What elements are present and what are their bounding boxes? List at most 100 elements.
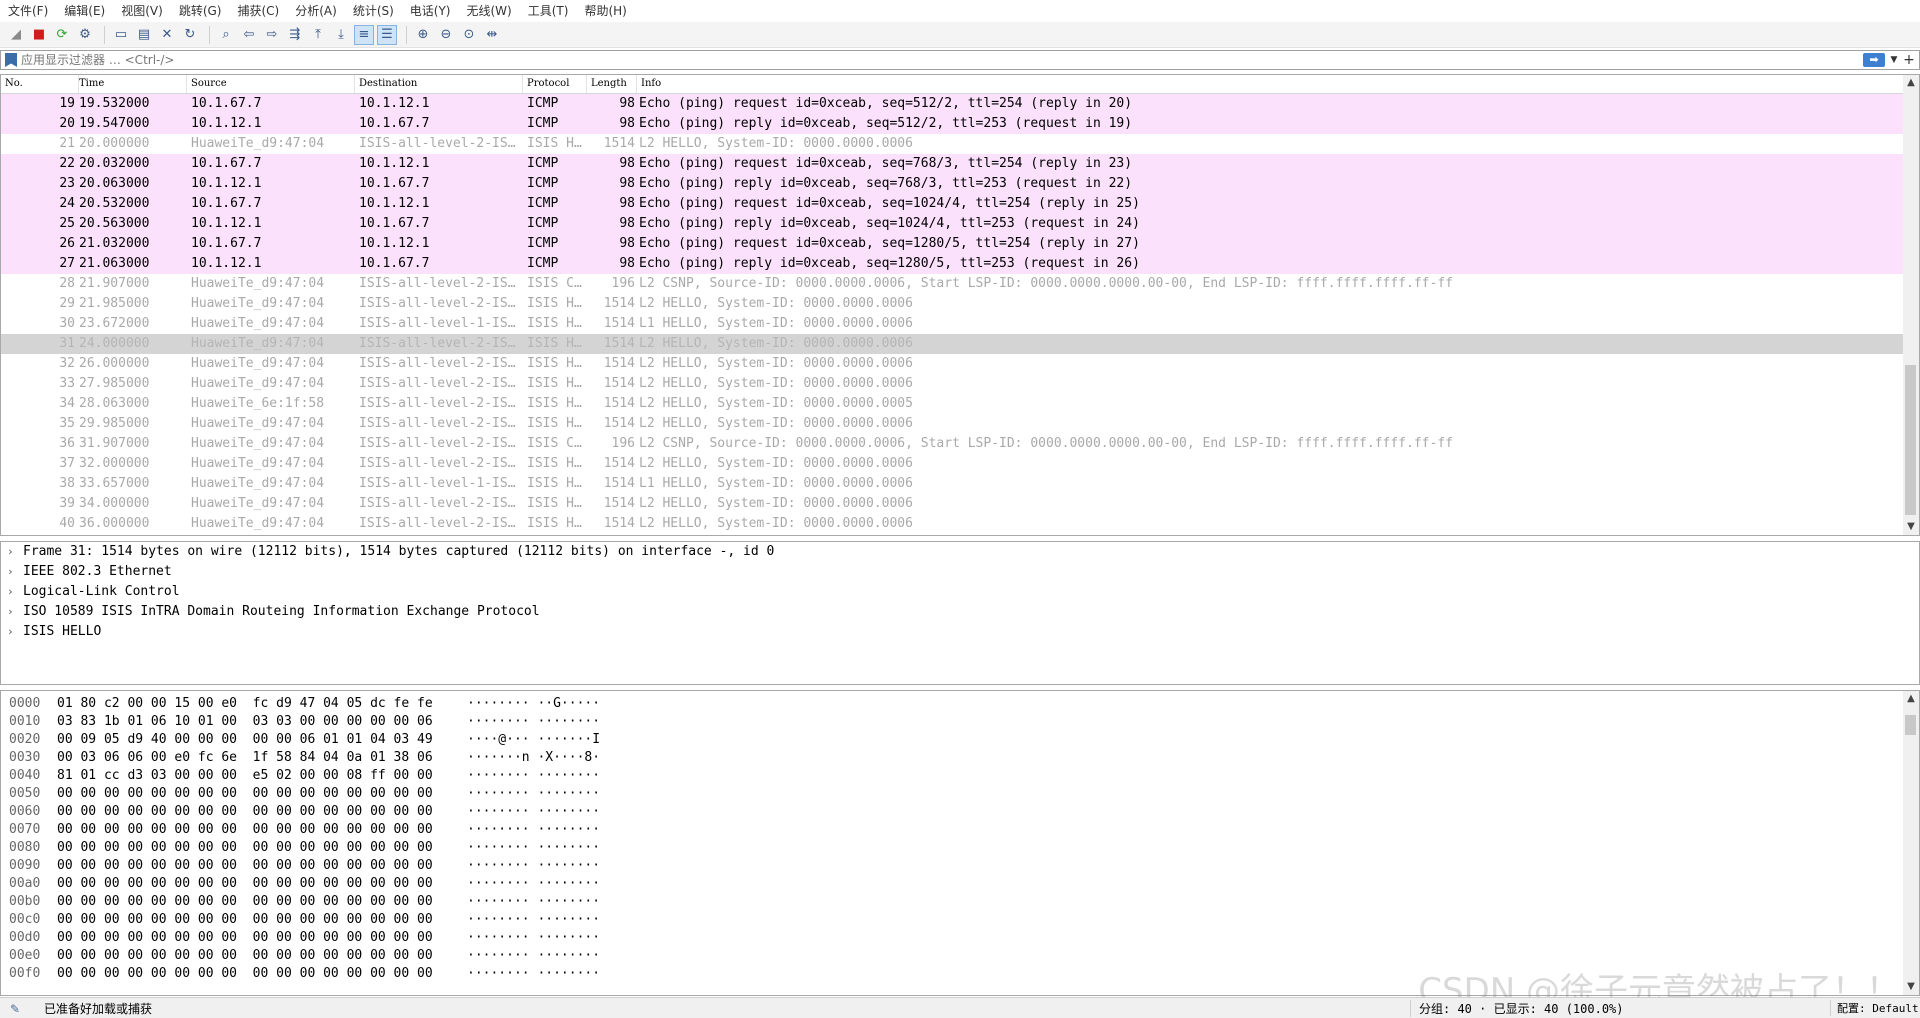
- packet-row[interactable]: 32 26.000000 HuaweiTe_d9:47:04 ISIS-all-lev…: [1, 354, 1903, 374]
- bytes-hex[interactable]: 00 00 00 00 00 00 00 00 00 00 00 00 00 0…: [57, 929, 433, 947]
- go-to-packet-icon[interactable]: ⇶: [285, 25, 305, 45]
- bytes-offset[interactable]: 0090: [9, 857, 40, 875]
- menu-item-4[interactable]: 捕获(C): [229, 0, 287, 22]
- column-header-info[interactable]: Info: [637, 75, 1903, 93]
- column-header-no[interactable]: No.: [1, 75, 79, 93]
- go-forward-icon[interactable]: ⇨: [262, 25, 282, 45]
- bytes-offset[interactable]: 0050: [9, 785, 40, 803]
- bytes-offset[interactable]: 0010: [9, 713, 40, 731]
- menu-item-8[interactable]: 无线(W): [459, 0, 520, 22]
- bytes-ascii[interactable]: ········ ········: [467, 839, 600, 857]
- chevron-right-icon[interactable]: ›: [7, 582, 23, 602]
- bytes-offset[interactable]: 0030: [9, 749, 40, 767]
- bytes-ascii[interactable]: ········ ········: [467, 767, 600, 785]
- bytes-hex[interactable]: 00 00 00 00 00 00 00 00 00 00 00 00 00 0…: [57, 839, 433, 857]
- profile-selector[interactable]: 配置: Default: [1830, 1000, 1920, 1016]
- go-last-icon[interactable]: ⤓: [331, 25, 351, 45]
- bytes-hex[interactable]: 03 83 1b 01 06 10 01 00 03 03 00 00 00 0…: [57, 713, 433, 731]
- bytes-hex[interactable]: 00 00 00 00 00 00 00 00 00 00 00 00 00 0…: [57, 857, 433, 875]
- save-file-icon[interactable]: ▤: [134, 25, 154, 45]
- restart-capture-icon[interactable]: ⟳: [52, 25, 72, 45]
- packet-row[interactable]: 20 19.547000 10.1.12.1 10.1.67.7 ICMP 98 Echo …: [1, 114, 1903, 134]
- bytes-ascii[interactable]: ········ ········: [467, 929, 600, 947]
- bytes-ascii[interactable]: ········ ········: [467, 947, 600, 965]
- packet-row[interactable]: 21 20.000000 HuaweiTe_d9:47:04 ISIS-all-lev…: [1, 134, 1903, 154]
- packet-row[interactable]: 37 32.000000 HuaweiTe_d9:47:04 ISIS-all-lev…: [1, 454, 1903, 474]
- shark-fin-start-icon[interactable]: ◢: [6, 25, 26, 45]
- open-file-icon[interactable]: ▭: [111, 25, 131, 45]
- packet-row[interactable]: 28 21.907000 HuaweiTe_d9:47:04 ISIS-all-lev…: [1, 274, 1903, 294]
- zoom-out-icon[interactable]: ⊖: [436, 25, 456, 45]
- display-filter-input[interactable]: [21, 52, 1863, 68]
- menu-item-2[interactable]: 视图(V): [113, 0, 171, 22]
- chevron-right-icon[interactable]: ›: [7, 562, 23, 582]
- column-header-length[interactable]: Length: [587, 75, 637, 93]
- bytes-ascii[interactable]: ········ ········: [467, 785, 600, 803]
- expert-info-icon[interactable]: ✎: [10, 1002, 24, 1016]
- bytes-offset[interactable]: 0000: [9, 695, 40, 713]
- packet-row[interactable]: 38 33.657000 HuaweiTe_d9:47:04 ISIS-all-lev…: [1, 474, 1903, 494]
- bytes-ascii[interactable]: ········ ········: [467, 821, 600, 839]
- bytes-ascii[interactable]: ········ ········: [467, 857, 600, 875]
- bytes-offset[interactable]: 00d0: [9, 929, 40, 947]
- bytes-hex[interactable]: 00 00 00 00 00 00 00 00 00 00 00 00 00 0…: [57, 875, 433, 893]
- bytes-hex[interactable]: 00 09 05 d9 40 00 00 00 00 00 06 01 01 0…: [57, 731, 433, 749]
- chevron-down-icon[interactable]: ▼: [1887, 55, 1901, 65]
- menu-item-0[interactable]: 文件(F): [0, 0, 56, 22]
- chevron-right-icon[interactable]: ›: [7, 602, 23, 622]
- scroll-down-icon[interactable]: ▼: [1903, 519, 1919, 535]
- bytes-hex[interactable]: 00 00 00 00 00 00 00 00 00 00 00 00 00 0…: [57, 785, 433, 803]
- packet-row[interactable]: 39 34.000000 HuaweiTe_d9:47:04 ISIS-all-lev…: [1, 494, 1903, 514]
- column-header-time[interactable]: Time: [75, 75, 187, 93]
- find-packet-icon[interactable]: ⌕: [216, 25, 236, 45]
- packet-row[interactable]: 35 29.985000 HuaweiTe_d9:47:04 ISIS-all-lev…: [1, 414, 1903, 434]
- bytes-hex[interactable]: 00 00 00 00 00 00 00 00 00 00 00 00 00 0…: [57, 965, 433, 983]
- colorize-icon[interactable]: ☰: [377, 24, 397, 45]
- menu-item-6[interactable]: 统计(S): [345, 0, 402, 22]
- packet-row[interactable]: 36 31.907000 HuaweiTe_d9:47:04 ISIS-all-lev…: [1, 434, 1903, 454]
- bytes-hex[interactable]: 81 01 cc d3 03 00 00 00 e5 02 00 00 08 f…: [57, 767, 433, 785]
- menu-item-7[interactable]: 电话(Y): [402, 0, 459, 22]
- packet-row[interactable]: 27 21.063000 10.1.12.1 10.1.67.7 ICMP 98 Echo …: [1, 254, 1903, 274]
- menu-item-10[interactable]: 帮助(H): [576, 0, 634, 22]
- packet-row[interactable]: 22 20.032000 10.1.67.7 10.1.12.1 ICMP 98 Echo …: [1, 154, 1903, 174]
- bytes-ascii[interactable]: ·······n ·X····8·: [467, 749, 600, 767]
- packet-list-scrollbar[interactable]: ▲ ▼: [1903, 75, 1919, 535]
- bytes-hex[interactable]: 00 03 06 06 00 e0 fc 6e 1f 58 84 04 0a 0…: [57, 749, 433, 767]
- scroll-up-icon[interactable]: ▲: [1903, 75, 1919, 91]
- packet-row[interactable]: 30 23.672000 HuaweiTe_d9:47:04 ISIS-all-lev…: [1, 314, 1903, 334]
- bytes-hex[interactable]: 00 00 00 00 00 00 00 00 00 00 00 00 00 0…: [57, 821, 433, 839]
- packet-row[interactable]: 19 19.532000 10.1.67.7 10.1.12.1 ICMP 98 Echo …: [1, 94, 1903, 114]
- detail-tree-item[interactable]: › Logical-Link Control: [1, 582, 1919, 602]
- bytes-offset[interactable]: 00b0: [9, 893, 40, 911]
- bytes-ascii[interactable]: ········ ··G·····: [467, 695, 600, 713]
- bytes-ascii[interactable]: ········ ········: [467, 965, 600, 983]
- resize-columns-icon[interactable]: ⇹: [482, 25, 502, 45]
- go-back-icon[interactable]: ⇦: [239, 25, 259, 45]
- bytes-offset[interactable]: 0020: [9, 731, 40, 749]
- packet-row[interactable]: 26 21.032000 10.1.67.7 10.1.12.1 ICMP 98 Echo …: [1, 234, 1903, 254]
- scroll-up-icon[interactable]: ▲: [1903, 691, 1919, 707]
- bytes-ascii[interactable]: ····@··· ·······I: [467, 731, 600, 749]
- scrollbar-thumb[interactable]: [1905, 715, 1916, 735]
- column-header-destination[interactable]: Destination: [355, 75, 523, 93]
- bytes-offset[interactable]: 0040: [9, 767, 40, 785]
- packet-row[interactable]: 29 21.985000 HuaweiTe_d9:47:04 ISIS-all-lev…: [1, 294, 1903, 314]
- column-header-protocol[interactable]: Protocol: [523, 75, 587, 93]
- bytes-scrollbar[interactable]: ▲ ▼: [1903, 691, 1919, 995]
- zoom-reset-icon[interactable]: ⊙: [459, 25, 479, 45]
- apply-filter-arrow-icon[interactable]: ➡: [1863, 53, 1885, 67]
- stop-square-icon[interactable]: ■: [29, 25, 49, 45]
- menu-item-3[interactable]: 跳转(G): [171, 0, 230, 22]
- bytes-offset[interactable]: 00f0: [9, 965, 40, 983]
- bytes-offset[interactable]: 00e0: [9, 947, 40, 965]
- bytes-ascii[interactable]: ········ ········: [467, 713, 600, 731]
- reload-file-icon[interactable]: ↻: [180, 25, 200, 45]
- go-first-icon[interactable]: ⤒: [308, 25, 328, 45]
- bytes-offset[interactable]: 0080: [9, 839, 40, 857]
- packet-row[interactable]: 40 36.000000 HuaweiTe_d9:47:04 ISIS-all-lev…: [1, 514, 1903, 534]
- bytes-offset[interactable]: 0060: [9, 803, 40, 821]
- bytes-ascii[interactable]: ········ ········: [467, 893, 600, 911]
- menu-item-1[interactable]: 编辑(E): [56, 0, 113, 22]
- scroll-down-icon[interactable]: ▼: [1903, 979, 1919, 995]
